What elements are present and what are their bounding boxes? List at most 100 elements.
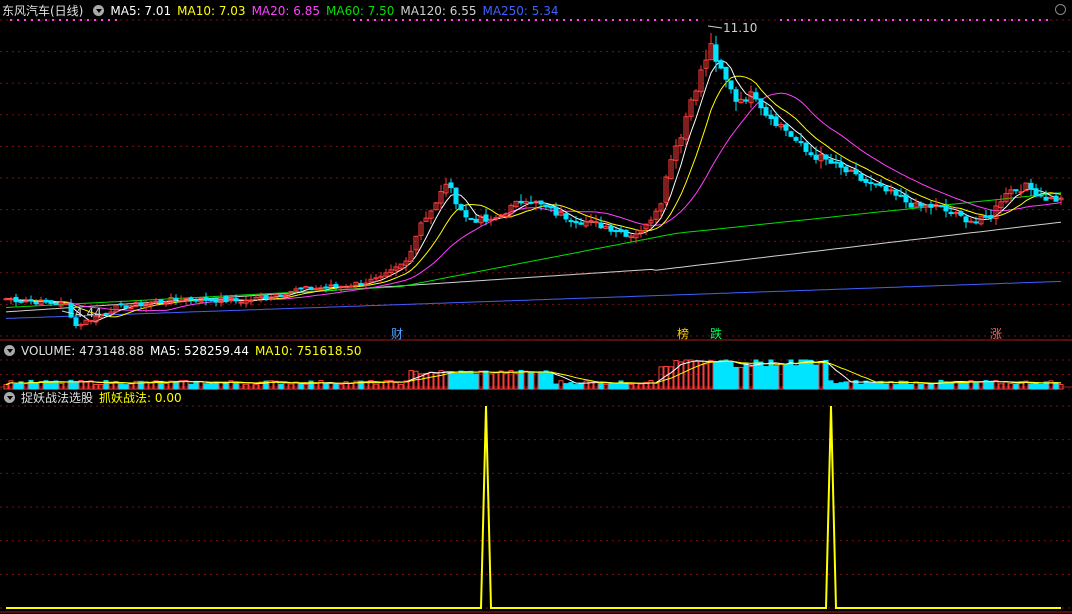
volume-bar xyxy=(333,383,339,390)
marker-dot xyxy=(1046,19,1048,21)
candle-body xyxy=(918,202,924,207)
candle-body xyxy=(808,152,814,156)
volume-bar xyxy=(483,370,489,390)
candle-body xyxy=(573,220,579,224)
candle-body xyxy=(453,187,459,205)
marker-dot xyxy=(934,19,936,21)
volume-bar xyxy=(248,382,254,390)
stock-chart[interactable]: 11.10 4.44 财 榜 跌 涨 xyxy=(0,0,1072,614)
candle-body xyxy=(1038,194,1044,197)
volume-bar xyxy=(613,383,619,390)
marker-dot xyxy=(647,19,649,21)
candle-body xyxy=(358,283,364,286)
volume-bar xyxy=(608,382,614,390)
marker-dot xyxy=(941,19,943,21)
indicator-name: 捉妖战法选股 xyxy=(21,391,94,405)
volume-bar xyxy=(348,382,354,390)
volume-bar xyxy=(623,382,629,390)
volume-bar xyxy=(578,383,584,390)
volume-bar xyxy=(283,382,289,390)
candle-body xyxy=(898,194,904,197)
volume-bar xyxy=(28,379,34,390)
candle-body xyxy=(833,161,839,164)
expand-icon[interactable] xyxy=(4,392,15,403)
marker-dot xyxy=(878,19,880,21)
ma-legend-item: MA60: 7.50 xyxy=(326,4,395,18)
marker-dot xyxy=(808,19,810,21)
volume-bar xyxy=(648,379,654,390)
stock-name: 东风汽车(日线) xyxy=(2,4,84,18)
candle-body xyxy=(813,154,819,160)
volume-bar xyxy=(858,383,864,390)
candle-body xyxy=(713,44,719,62)
expand-icon[interactable] xyxy=(4,345,15,356)
marker-dot xyxy=(619,19,621,21)
price-high-label: 11.10 xyxy=(723,21,757,35)
marker-dot xyxy=(780,19,782,21)
volume-bar xyxy=(908,383,914,390)
ma60-line xyxy=(5,192,1062,308)
marker-dot xyxy=(822,19,824,21)
candle-body xyxy=(18,300,24,303)
marker-dot xyxy=(948,19,950,21)
candle-body xyxy=(333,284,339,288)
marker-dot xyxy=(801,19,803,21)
marker-dot xyxy=(794,19,796,21)
candle-body xyxy=(3,298,9,301)
ma-legend-item: MA5: 7.01 xyxy=(110,4,172,18)
candle-body xyxy=(803,142,809,152)
volume-bar xyxy=(918,383,924,390)
volume-bar xyxy=(813,364,819,390)
volume-bar xyxy=(473,373,479,390)
candle-body xyxy=(1043,196,1049,201)
volume-bar xyxy=(1033,382,1039,390)
volume-header: VOLUME: 473148.88 MA5: 528259.44 MA10: 751… xyxy=(0,342,368,360)
volume-bar xyxy=(203,383,209,390)
candle-body xyxy=(348,285,354,288)
volume-bar xyxy=(988,380,994,390)
marker-dot xyxy=(661,19,663,21)
volume-bar xyxy=(1003,381,1009,390)
candle-body xyxy=(238,301,244,304)
volume-bar xyxy=(998,383,1004,390)
volume-bar xyxy=(548,371,554,390)
marker-dot xyxy=(990,19,992,21)
volume-bar xyxy=(883,383,889,390)
candle-body xyxy=(613,230,619,233)
volume-bar xyxy=(718,360,724,390)
marker-dot xyxy=(836,19,838,21)
candle-body xyxy=(598,222,604,229)
candle-body xyxy=(173,297,179,301)
marker-dot xyxy=(885,19,887,21)
volume-bar xyxy=(468,370,474,390)
volume-bar xyxy=(563,383,569,390)
price-high-pointer xyxy=(707,25,723,29)
candle-body xyxy=(848,169,854,172)
volume-bar xyxy=(8,380,14,390)
candle-body xyxy=(983,215,989,218)
candle-body xyxy=(213,298,219,303)
volume-bar xyxy=(748,365,754,390)
volume-bar xyxy=(518,369,524,390)
volume-bar xyxy=(893,384,899,390)
marker-dot xyxy=(976,19,978,21)
marker-dot xyxy=(850,19,852,21)
volume-bar xyxy=(868,382,874,390)
candle-body xyxy=(138,302,144,307)
candle-body xyxy=(753,92,759,100)
candle-body xyxy=(878,182,884,187)
signal-line xyxy=(6,405,1061,609)
candle-body xyxy=(193,299,199,302)
volume-bar xyxy=(568,382,574,390)
volume-bar xyxy=(973,381,979,390)
marker-dot xyxy=(857,19,859,21)
candle-body xyxy=(123,305,129,309)
candle-body xyxy=(28,299,34,302)
candle-body xyxy=(48,300,54,304)
volume-bar xyxy=(198,380,204,390)
expand-icon[interactable] xyxy=(93,5,105,16)
volume-bar xyxy=(378,382,384,390)
candle-body xyxy=(863,178,869,183)
volume-bar xyxy=(583,380,589,390)
marker-dot xyxy=(1032,19,1034,21)
